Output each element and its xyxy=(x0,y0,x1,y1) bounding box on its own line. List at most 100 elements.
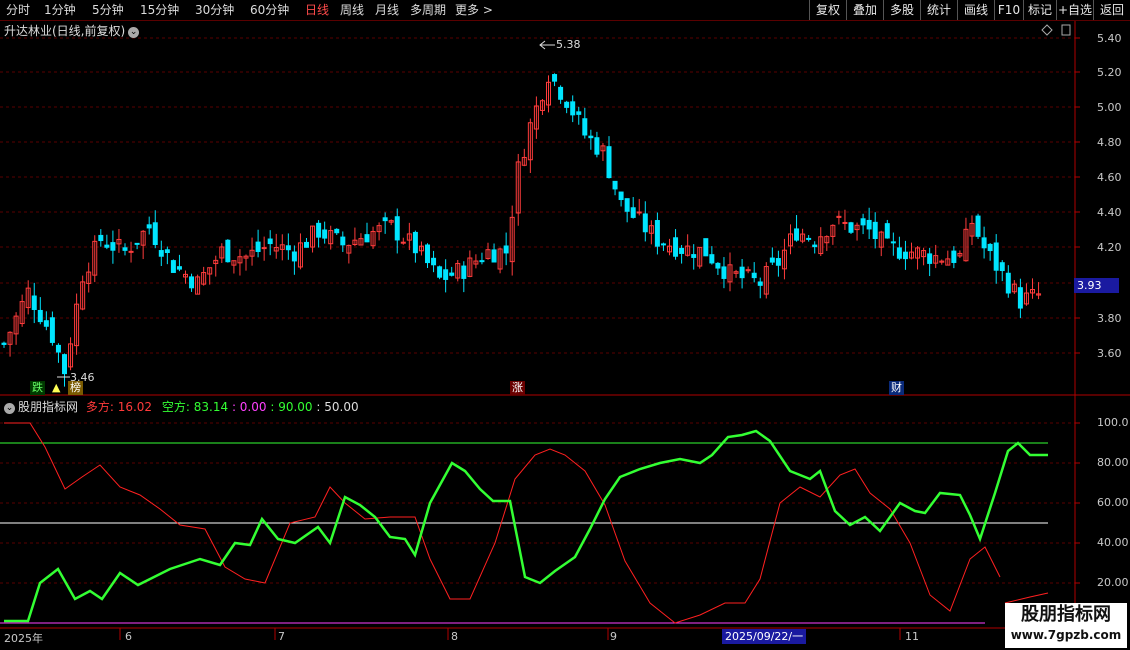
marker-zhang[interactable]: 涨 xyxy=(510,381,525,395)
candle-body xyxy=(322,229,328,239)
candle-body xyxy=(43,320,49,327)
duo-value: 多方: 16.02 xyxy=(85,400,153,414)
candle-body xyxy=(431,257,437,266)
candle-body xyxy=(860,218,866,226)
x-label: 2025年 xyxy=(4,632,43,645)
candle-body xyxy=(461,265,467,279)
candle-body xyxy=(394,216,400,241)
candle-body xyxy=(558,86,564,100)
candle-body xyxy=(176,266,182,270)
candle-body xyxy=(812,244,818,248)
candle-body xyxy=(449,272,455,276)
candle-body xyxy=(425,244,430,264)
candle-body xyxy=(794,228,800,241)
candle-body xyxy=(1,342,7,345)
candle-body xyxy=(158,250,164,257)
candle-body xyxy=(691,254,697,258)
candle-body xyxy=(128,250,134,253)
candle-body xyxy=(479,260,485,263)
candle-body xyxy=(1017,287,1023,309)
candle-body xyxy=(975,215,981,237)
candle-body xyxy=(993,242,999,271)
candle-body xyxy=(866,219,872,230)
candle-body xyxy=(721,266,727,279)
candle-body xyxy=(340,236,346,246)
y-tick: 5.20 xyxy=(1097,66,1122,79)
candle-body xyxy=(679,247,685,254)
candle-body xyxy=(261,247,267,250)
y-tick: 3.80 xyxy=(1097,312,1122,325)
candle-body xyxy=(400,241,406,244)
candle-body xyxy=(709,254,715,264)
candle-body xyxy=(848,222,854,233)
candle-body xyxy=(769,257,775,263)
stock-title: 升达林业(日线,前复权) ⌄ xyxy=(4,22,140,39)
ind-y-tick: 100.0 xyxy=(1097,416,1129,429)
duo-line-tail xyxy=(1004,592,1049,604)
candle-body xyxy=(443,269,449,280)
y-tick: 4.40 xyxy=(1097,206,1122,219)
candle-body xyxy=(146,224,152,229)
ind-y-tick: 80.00 xyxy=(1097,456,1129,469)
current-price-box: 3.93 xyxy=(1074,278,1119,293)
candle-body xyxy=(412,231,418,254)
y-tick: 4.80 xyxy=(1097,136,1122,149)
chart-frame xyxy=(0,21,1130,640)
kong-value: 空方: 83.14 xyxy=(161,400,229,414)
candle-body xyxy=(491,249,497,263)
x-label: 11 xyxy=(905,630,919,643)
candle-body xyxy=(751,272,757,279)
candle-body xyxy=(437,266,443,278)
y-tick: 5.00 xyxy=(1097,101,1122,114)
candle-body xyxy=(775,258,781,266)
candle-body xyxy=(170,260,176,273)
candle-body xyxy=(757,281,763,286)
indicator-lines xyxy=(0,422,1049,624)
candle-body xyxy=(285,245,291,251)
candle-body xyxy=(642,213,648,233)
candle-body xyxy=(660,243,666,246)
candle-body xyxy=(842,221,848,224)
candle-body xyxy=(739,266,745,279)
candle-body xyxy=(872,221,878,240)
candle-body xyxy=(62,354,67,375)
marker-bang[interactable]: 榜 xyxy=(68,381,83,395)
candle-body xyxy=(981,237,987,249)
zero-value: : 0.00 xyxy=(231,400,267,414)
candle-body xyxy=(884,223,890,239)
ninety-value: : 90.00 xyxy=(270,400,313,414)
candle-body xyxy=(49,317,55,343)
candle-body xyxy=(806,237,812,240)
diamond-icon xyxy=(1041,24,1053,36)
candle-body xyxy=(715,262,721,269)
candle-body xyxy=(576,111,582,115)
marker-die[interactable]: 跌 xyxy=(30,381,45,395)
candle-body xyxy=(630,207,636,218)
watermark-line2: www.7gpzb.com xyxy=(1010,628,1122,642)
candle-body xyxy=(902,251,908,260)
chevron-down-icon[interactable]: ⌄ xyxy=(4,403,15,414)
candle-body xyxy=(624,198,630,212)
candle-body xyxy=(110,242,116,251)
y-tick: 4.20 xyxy=(1097,241,1122,254)
marker-cai[interactable]: 财 xyxy=(889,381,904,395)
candle-body xyxy=(951,250,957,263)
indicator-name: 股朋指标网 xyxy=(18,400,79,414)
candle-body xyxy=(104,244,110,248)
ind-y-tick: 40.00 xyxy=(1097,536,1129,549)
x-label: 8 xyxy=(451,630,458,643)
candle-body xyxy=(987,243,993,252)
candle-body xyxy=(225,239,231,263)
candle-body xyxy=(98,234,104,242)
chevron-down-icon[interactable]: ⌄ xyxy=(128,27,140,38)
candle-body xyxy=(189,276,195,289)
candle-body xyxy=(564,101,570,108)
candle-body xyxy=(636,211,642,214)
y-tick: 4.60 xyxy=(1097,171,1122,184)
stock-title-text: 升达林业(日线,前复权) xyxy=(4,24,126,38)
candle-body xyxy=(31,295,37,310)
candle-body xyxy=(570,101,576,116)
kong-line xyxy=(4,429,1048,623)
candle-body xyxy=(594,137,600,155)
x-label: 7 xyxy=(278,630,285,643)
